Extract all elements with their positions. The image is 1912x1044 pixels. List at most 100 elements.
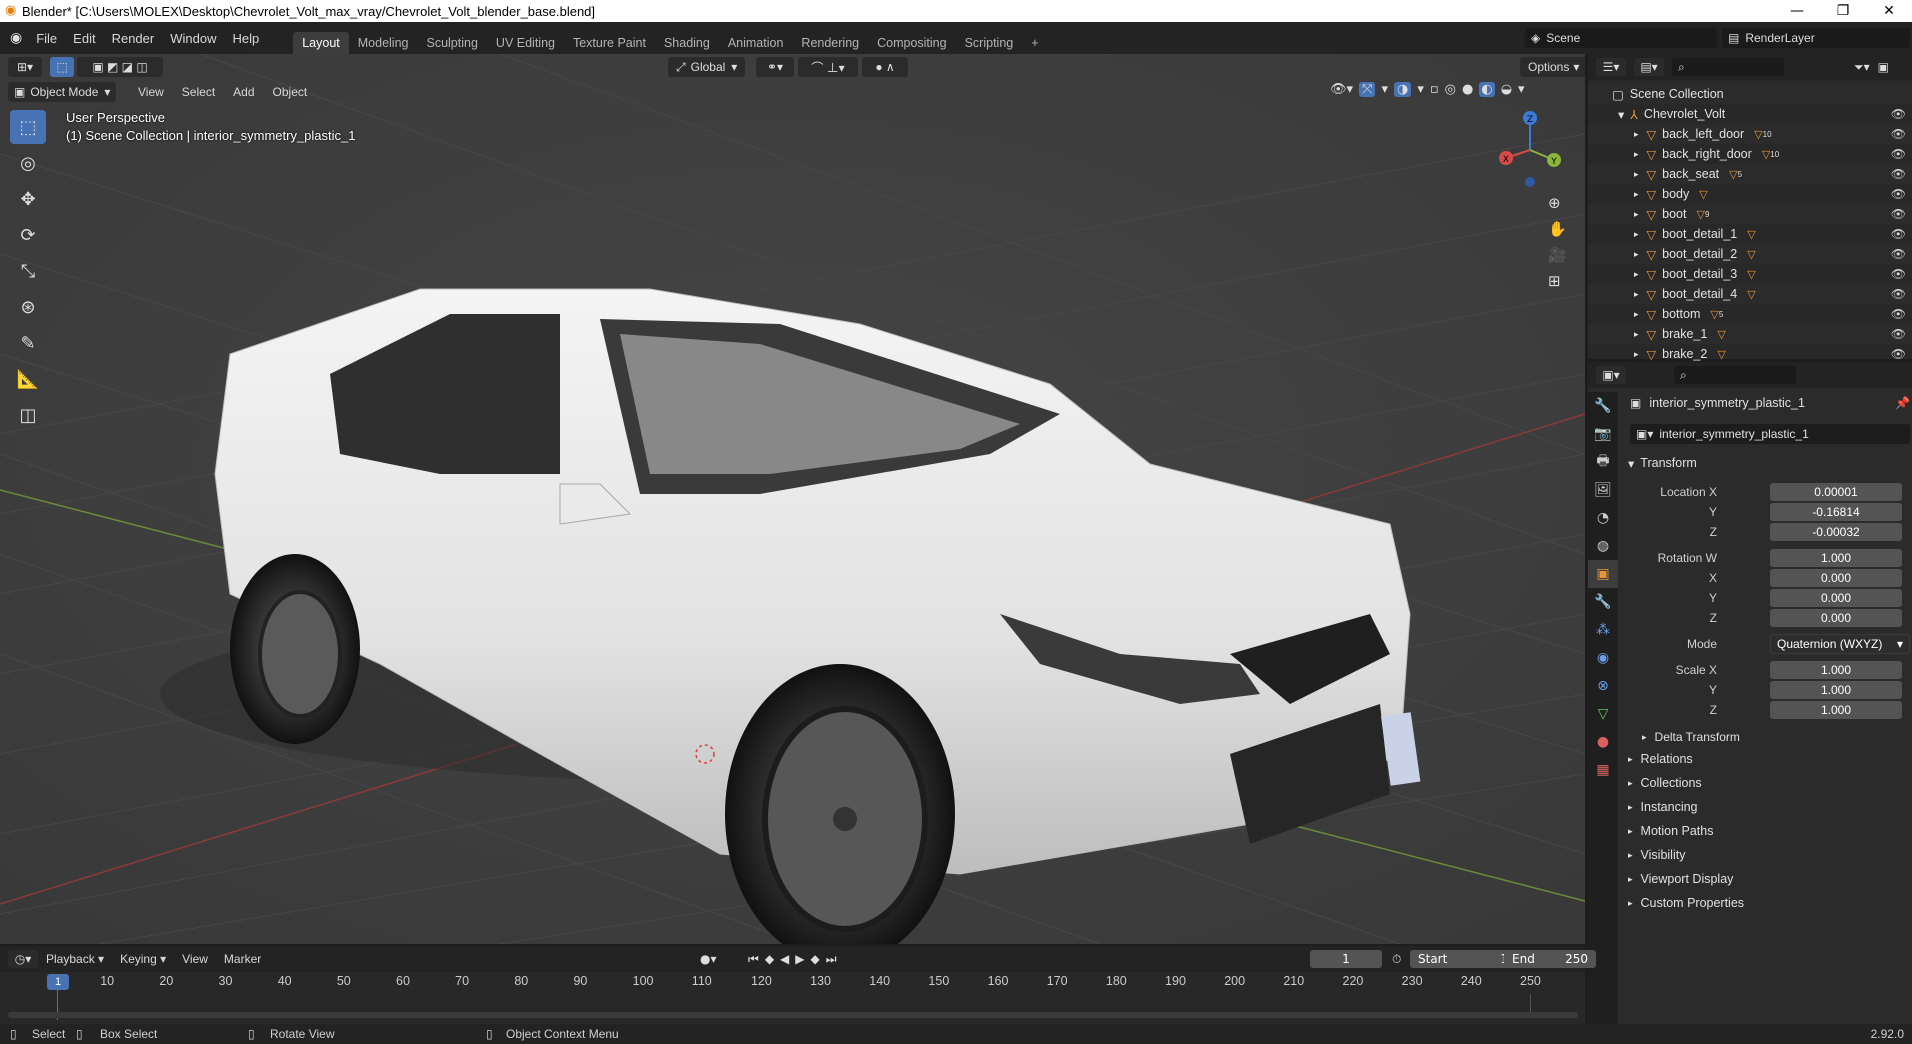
texture-tab-icon[interactable]: ▦ (1588, 756, 1618, 784)
menu-help[interactable]: Help (224, 31, 267, 46)
ortho-grid-icon[interactable]: ⊞ (1548, 272, 1567, 290)
output-tab-icon[interactable]: 🖶 (1588, 448, 1618, 476)
menu-marker[interactable]: Marker (216, 952, 269, 966)
expand-arrow-icon[interactable]: ▸ (1634, 149, 1639, 160)
add-workspace-button[interactable]: + (1022, 32, 1047, 54)
visibility-eye-icon[interactable]: 👁 (1891, 127, 1906, 141)
tab-animation[interactable]: Animation (719, 32, 793, 54)
transform-orientation[interactable]: ⤢ Global ▾ (668, 57, 746, 77)
close-button[interactable]: ✕ (1866, 0, 1912, 22)
play-reverse-icon[interactable]: ◀ (780, 952, 795, 966)
new-collection-icon[interactable]: ▣ (1878, 60, 1889, 74)
outliner-item[interactable]: ▸ ▽ bottom ▽ 5 👁 (1588, 304, 1912, 324)
mode-selector[interactable]: ▣ Object Mode ▾ (8, 82, 117, 102)
scale-z-field[interactable]: 1.000 (1770, 701, 1902, 719)
menu-keying[interactable]: Keying ▾ (112, 952, 174, 966)
end-frame-field[interactable]: End 250 (1504, 950, 1596, 968)
outliner-item[interactable]: ▸ ▽ back_right_door ▽ 10 👁 (1588, 144, 1912, 164)
shading-solid-icon[interactable]: ● (1462, 82, 1473, 97)
render-tab-icon[interactable]: 📷 (1588, 420, 1618, 448)
scene-selector[interactable]: ◈ Scene (1525, 28, 1717, 48)
record-icon[interactable]: ●▾ (700, 952, 717, 966)
visibility-eye-icon[interactable]: 👁 (1891, 227, 1906, 241)
current-frame-field[interactable]: 1 (1310, 950, 1382, 968)
scale-y-field[interactable]: 1.000 (1770, 681, 1902, 699)
minimize-button[interactable]: — (1774, 0, 1820, 22)
shading-material-icon[interactable]: ◐ (1479, 82, 1495, 97)
object-name-field[interactable]: ▣▾ interior_symmetry_plastic_1 (1630, 424, 1910, 444)
constraints-tab-icon[interactable]: ⊗ (1588, 672, 1618, 700)
visibility-eye-icon[interactable]: 👁 (1891, 267, 1906, 281)
visibility-icon[interactable]: 👁▾ (1330, 82, 1353, 97)
material-tab-icon[interactable]: ● (1588, 728, 1618, 756)
expand-arrow-icon[interactable]: ▸ (1634, 269, 1639, 280)
outliner-search-input[interactable]: ⌕ (1672, 58, 1784, 76)
select-box-icon[interactable]: ⬚ (50, 57, 74, 77)
visibility-eye-icon[interactable]: 👁 (1891, 147, 1906, 161)
menu-timeline-view[interactable]: View (174, 952, 216, 966)
transform-panel-header[interactable]: ▾ Transform (1628, 452, 1697, 474)
playback-controls[interactable]: ⏮◆◀▶◆⏭ (748, 952, 843, 967)
tab-scripting[interactable]: Scripting (956, 32, 1023, 54)
expand-arrow-icon[interactable]: ▸ (1634, 129, 1639, 140)
outliner-editor-icon[interactable]: ☰▾ (1596, 58, 1626, 76)
tab-texture-paint[interactable]: Texture Paint (564, 32, 655, 54)
select-tool-icon[interactable]: ⬚ (10, 110, 46, 144)
menu-object[interactable]: Object (265, 82, 316, 102)
menu-edit[interactable]: Edit (65, 31, 103, 46)
collection-row[interactable]: ▾ ⅄ Chevrolet_Volt 👁 (1588, 104, 1912, 124)
properties-editor-icon[interactable]: ▣▾ (1596, 366, 1626, 384)
menu-select[interactable]: Select (174, 82, 223, 102)
data-tab-icon[interactable]: ▽ (1588, 700, 1618, 728)
tab-sculpting[interactable]: Sculpting (417, 32, 486, 54)
tool-tab-icon[interactable]: 🔧 (1588, 392, 1618, 420)
play-icon[interactable]: ▶ (795, 952, 810, 966)
outliner-item[interactable]: ▸ ▽ brake_1 ▽ 👁 (1588, 324, 1912, 344)
expand-arrow-icon[interactable]: ▸ (1634, 329, 1639, 340)
location-x-field[interactable]: 0.00001 (1770, 483, 1902, 501)
filter-icon[interactable]: ⏷▾ (1854, 60, 1870, 75)
shading-rendered-icon[interactable]: ◒ (1501, 82, 1512, 97)
next-keyframe-icon[interactable]: ◆ (811, 952, 826, 966)
delta-transform-header[interactable]: ▸ Delta Transform (1642, 726, 1740, 748)
rotate-tool-icon[interactable]: ⟳ (10, 218, 46, 252)
chevron-down-icon[interactable]: ▾ (1518, 82, 1525, 97)
scale-x-field[interactable]: 1.000 (1770, 661, 1902, 679)
prev-keyframe-icon[interactable]: ◆ (765, 952, 780, 966)
visibility-eye-icon[interactable]: 👁 (1891, 247, 1906, 261)
rotation-w-field[interactable]: 1.000 (1770, 549, 1902, 567)
expand-arrow-icon[interactable]: ▸ (1634, 309, 1639, 320)
view-layer-tab-icon[interactable]: 🖼 (1588, 476, 1618, 504)
gizmo-toggle-icon[interactable]: ⤧ (1359, 82, 1376, 97)
render-layer-selector[interactable]: ▤ RenderLayer (1722, 28, 1910, 48)
panel-header[interactable]: ▸ Custom Properties (1628, 892, 1744, 914)
transform-tool-icon[interactable]: ⊛ (10, 290, 46, 324)
visibility-eye-icon[interactable]: 👁 (1891, 287, 1906, 301)
tab-shading[interactable]: Shading (655, 32, 719, 54)
editor-type-button[interactable]: ⊞▾ (8, 57, 42, 77)
outliner-item[interactable]: ▸ ▽ brake_2 ▽ 👁 (1588, 344, 1912, 364)
menu-render[interactable]: Render (104, 31, 163, 46)
jump-start-icon[interactable]: ⏮ (748, 952, 765, 966)
visibility-eye-icon[interactable]: 👁 (1891, 107, 1906, 121)
3d-viewport[interactable]: ⊞▾ ⬚ ▣ ◩ ◪ ◫ ⤢ Global ▾ ⚭▾ ⌒ ⊥▾ ● ∧ Option… (0, 54, 1585, 944)
rotation-mode-dropdown[interactable]: Quaternion (WXYZ) ▾ (1770, 634, 1910, 654)
tab-uv-editing[interactable]: UV Editing (487, 32, 564, 54)
visibility-eye-icon[interactable]: 👁 (1891, 207, 1906, 221)
scene-collection-row[interactable]: ▢ Scene Collection (1588, 84, 1912, 104)
shading-wireframe-icon[interactable]: ◎ (1445, 82, 1456, 97)
visibility-eye-icon[interactable]: 👁 (1891, 187, 1906, 201)
timeline-editor-icon[interactable]: ◷▾ (8, 950, 38, 968)
rotation-x-field[interactable]: 0.000 (1770, 569, 1902, 587)
menu-file[interactable]: File (28, 31, 65, 46)
preview-range-icon[interactable]: ⏱ (1392, 952, 1401, 967)
expand-arrow-icon[interactable]: ▾ (1618, 107, 1624, 122)
blender-menu-icon[interactable]: ◉ (10, 30, 22, 46)
expand-arrow-icon[interactable]: ▸ (1634, 169, 1639, 180)
snap-icon[interactable]: ⌒ ⊥▾ (798, 57, 858, 77)
location-y-field[interactable]: -0.16814 (1770, 503, 1902, 521)
expand-arrow-icon[interactable]: ▸ (1634, 229, 1639, 240)
panel-header[interactable]: ▸ Collections (1628, 772, 1702, 794)
selection-mode-icons[interactable]: ▣ ◩ ◪ ◫ (77, 57, 163, 77)
outliner-item[interactable]: ▸ ▽ boot ▽ 9 👁 (1588, 204, 1912, 224)
